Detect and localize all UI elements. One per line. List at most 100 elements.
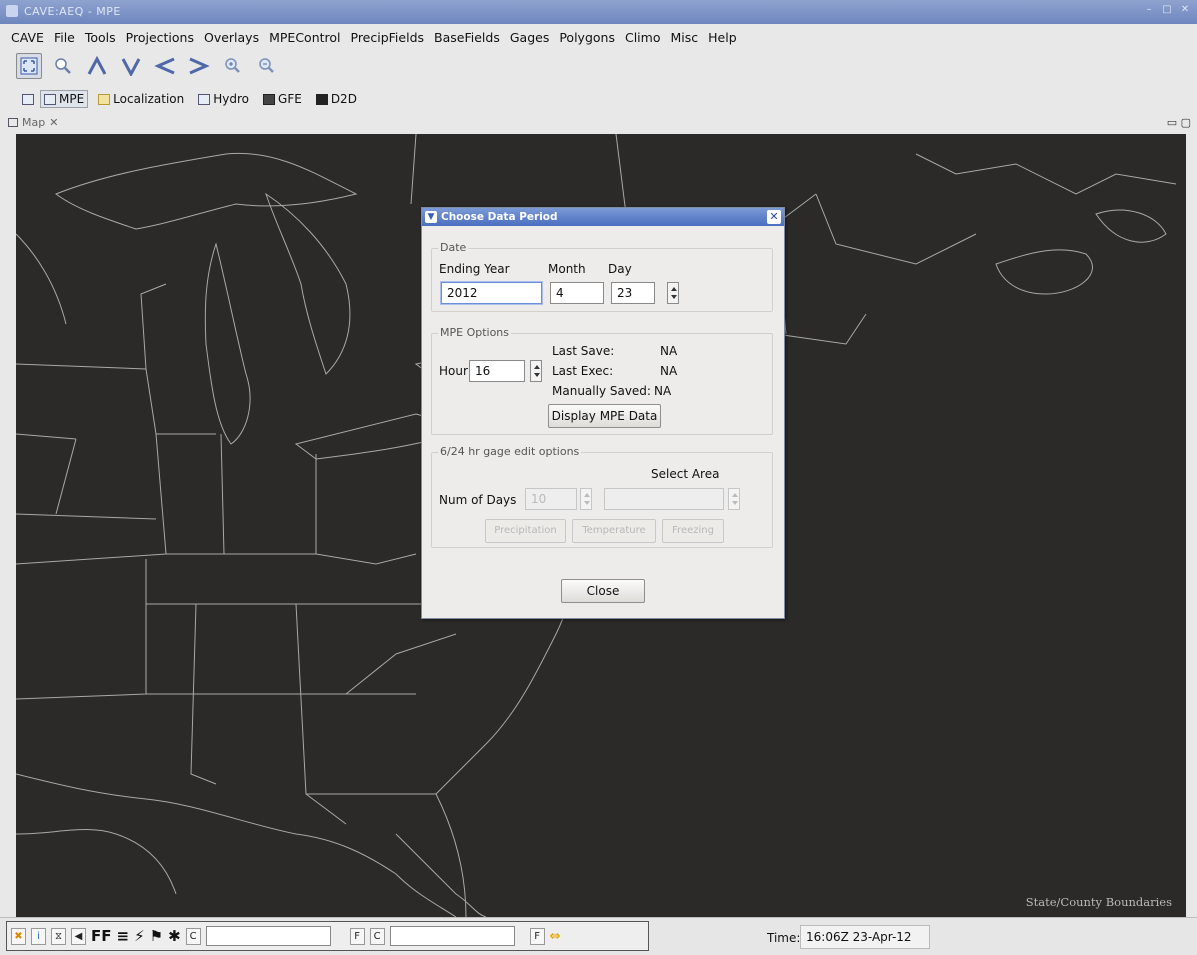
manually-saved-value: NA xyxy=(654,384,672,398)
perspective-mpe[interactable]: MPE xyxy=(40,90,89,108)
dialog-title: Choose Data Period xyxy=(441,211,558,223)
hourglass-icon[interactable]: ⧖ xyxy=(51,927,66,945)
speaker-icon[interactable]: ◀ xyxy=(71,927,86,945)
manually-saved-label: Manually Saved: xyxy=(552,384,651,398)
perspective-d2d[interactable]: D2D xyxy=(312,90,361,108)
precipitation-button[interactable]: Precipitation xyxy=(485,519,566,543)
menu-overlays[interactable]: Overlays xyxy=(199,30,264,45)
chevron-down-icon[interactable]: ▼ xyxy=(425,211,437,223)
ending-year-input[interactable]: 2012 xyxy=(441,282,542,304)
hour-label: Hour xyxy=(439,364,468,378)
info-icon[interactable]: i xyxy=(31,927,46,945)
menu-file[interactable]: File xyxy=(49,30,80,45)
left-arrow-icon[interactable] xyxy=(152,53,178,79)
menu-mpecontrol[interactable]: MPEControl xyxy=(264,30,345,45)
zoom-in-icon[interactable] xyxy=(220,53,246,79)
pan-icon[interactable] xyxy=(16,53,42,79)
window-controls: – □ ✕ xyxy=(1143,4,1191,16)
flag-icon[interactable]: ⚑ xyxy=(150,927,163,945)
display-mpe-data-button[interactable]: Display MPE Data xyxy=(548,404,661,428)
perspective-localization[interactable]: Localization xyxy=(94,90,188,108)
day-input[interactable]: 23 xyxy=(611,282,655,304)
zoom-out-icon[interactable] xyxy=(254,53,280,79)
menu-climo[interactable]: Climo xyxy=(620,30,666,45)
d2d-icon xyxy=(315,93,328,105)
dialog-title-bar: ▼ Choose Data Period ✕ xyxy=(422,208,784,226)
f-button-2[interactable]: F xyxy=(529,927,545,945)
perspective-hydro-label: Hydro xyxy=(213,92,250,106)
fog-icon[interactable]: ≡ xyxy=(117,927,130,945)
select-area-dropdown[interactable] xyxy=(604,488,724,510)
menu-tools[interactable]: Tools xyxy=(80,30,121,45)
minimize-icon[interactable]: – xyxy=(1143,4,1155,16)
c-button-1[interactable]: C xyxy=(185,927,201,945)
perspective-d2d-label: D2D xyxy=(330,92,357,106)
snow-icon[interactable]: ✱ xyxy=(168,927,181,945)
perspective-gfe-label: GFE xyxy=(278,92,302,106)
maximize-icon[interactable]: □ xyxy=(1161,4,1173,16)
gfe-icon xyxy=(263,93,276,105)
month-label: Month xyxy=(548,262,586,276)
temperature-button[interactable]: Temperature xyxy=(572,519,656,543)
perspective-mpe-label: MPE xyxy=(59,92,85,106)
map-tab-icon xyxy=(8,118,18,127)
status-input-1[interactable] xyxy=(205,926,331,946)
down-arrow-icon[interactable] xyxy=(118,53,144,79)
status-input-2[interactable] xyxy=(389,926,515,946)
num-of-days-spinner[interactable] xyxy=(580,488,592,510)
menu-precipfields[interactable]: PrecipFields xyxy=(346,30,430,45)
map-tab-label: Map xyxy=(22,116,46,129)
close-icon[interactable]: ✕ xyxy=(1179,4,1191,16)
gage-edit-options-group: 6/24 hr gage edit options Select Area Nu… xyxy=(431,445,773,548)
num-of-days-label: Num of Days xyxy=(439,493,517,507)
hour-input[interactable]: 16 xyxy=(469,360,525,382)
mpe-icon xyxy=(44,93,56,105)
menu-gages[interactable]: Gages xyxy=(505,30,554,45)
menubar: CAVE File Tools Projections Overlays MPE… xyxy=(0,26,742,48)
menu-help[interactable]: Help xyxy=(703,30,742,45)
status-toolbar: ✖ i ⧖ ◀ FF ≡ ⚡ ⚑ ✱ C F C F ⇔ xyxy=(6,921,649,951)
last-exec-label: Last Exec: xyxy=(552,364,614,378)
hour-spinner[interactable] xyxy=(530,360,542,382)
day-spinner[interactable] xyxy=(667,282,679,304)
perspective-gfe[interactable]: GFE xyxy=(259,90,306,108)
map-tab-strip: Map ✕ ▭ ▢ xyxy=(0,114,1197,134)
select-area-spinner[interactable] xyxy=(728,488,740,510)
window-title-bar: CAVE:AEQ - MPE – □ ✕ xyxy=(0,0,1197,24)
arrows-icon[interactable]: ⇔ xyxy=(550,929,561,944)
last-save-label: Last Save: xyxy=(552,344,615,358)
perspective-localization-label: Localization xyxy=(113,92,185,106)
ff-label[interactable]: FF xyxy=(91,927,112,945)
mpe-options-legend: MPE Options xyxy=(438,326,512,339)
menu-misc[interactable]: Misc xyxy=(665,30,703,45)
num-of-days-input[interactable]: 10 xyxy=(525,488,577,510)
mpe-options-group: MPE Options Last Save: NA Hour 16 Last E… xyxy=(431,326,773,435)
right-arrow-icon[interactable] xyxy=(186,53,212,79)
localization-icon xyxy=(98,93,111,105)
tab-map[interactable]: Map ✕ xyxy=(8,116,58,129)
open-perspective-icon[interactable] xyxy=(22,93,34,105)
hydro-icon xyxy=(198,93,211,105)
menu-basefields[interactable]: BaseFields xyxy=(429,30,505,45)
up-arrow-icon[interactable] xyxy=(84,53,110,79)
date-group: Date Ending Year Month Day 2012 4 23 xyxy=(431,241,773,312)
freezing-button[interactable]: Freezing xyxy=(662,519,724,543)
month-input[interactable]: 4 xyxy=(550,282,604,304)
close-icon[interactable]: ✕ xyxy=(767,210,781,224)
view-minmax-icon[interactable]: ▭ ▢ xyxy=(1167,116,1191,129)
storm-icon[interactable]: ⚡ xyxy=(134,927,145,945)
map-overlay-label: State/County Boundaries xyxy=(1025,895,1172,909)
menu-cave[interactable]: CAVE xyxy=(6,30,49,45)
f-button-1[interactable]: F xyxy=(349,927,365,945)
menu-projections[interactable]: Projections xyxy=(121,30,199,45)
zoom-icon[interactable] xyxy=(50,53,76,79)
tab-close-icon[interactable]: ✕ xyxy=(49,116,58,129)
c-button-2[interactable]: C xyxy=(369,927,385,945)
perspective-hydro[interactable]: Hydro xyxy=(194,90,253,108)
alert-icon[interactable]: ✖ xyxy=(11,927,26,945)
last-exec-value: NA xyxy=(660,364,678,378)
close-button[interactable]: Close xyxy=(561,579,645,603)
select-area-label: Select Area xyxy=(651,467,720,481)
menu-polygons[interactable]: Polygons xyxy=(554,30,620,45)
ending-year-label: Ending Year xyxy=(439,262,510,276)
